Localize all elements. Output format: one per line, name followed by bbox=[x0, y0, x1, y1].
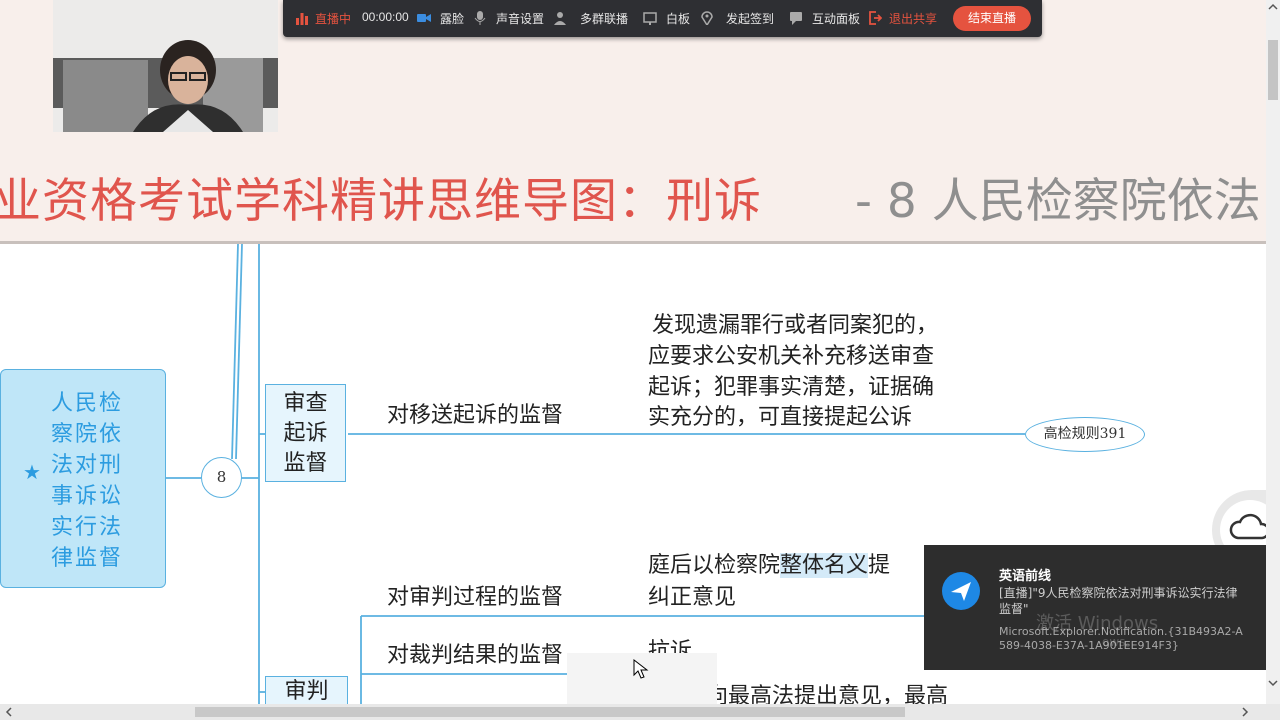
review-prosecution-label: 审查起诉监督 bbox=[283, 391, 328, 476]
check-in-button[interactable]: 发起签到 bbox=[726, 10, 774, 27]
trial-process-detail-part2: 提 bbox=[868, 553, 891, 578]
whiteboard-button[interactable]: 白板 bbox=[666, 10, 690, 27]
trial-node-label: 审判 bbox=[284, 679, 329, 704]
trial-process-detail-part1: 庭后以检察院 bbox=[648, 553, 781, 578]
vertical-scroll-thumb[interactable] bbox=[1268, 40, 1278, 100]
location-pin-icon bbox=[701, 11, 713, 25]
live-status-label: 直播中 bbox=[315, 12, 352, 26]
trial-node[interactable]: 审判 bbox=[265, 676, 348, 706]
presenter-video bbox=[53, 0, 278, 132]
mouse-cursor-icon bbox=[633, 658, 649, 679]
transfer-supervision-label: 对移送起诉的监督 bbox=[387, 403, 564, 428]
end-live-button[interactable]: 结束直播 bbox=[953, 6, 1031, 31]
rule-tag[interactable]: 高检规则391 bbox=[1025, 417, 1145, 452]
transfer-detail-line-3: 起诉；犯罪事实清楚，证据确 bbox=[648, 375, 935, 400]
star-icon: ★ bbox=[23, 460, 41, 484]
show-face-button[interactable]: 露脸 bbox=[440, 10, 464, 27]
transfer-detail-line-1: 发现遗漏罪行或者同案犯的， bbox=[652, 313, 939, 338]
notification-app-name: 英语前线 bbox=[999, 569, 1052, 584]
multi-group-broadcast-button[interactable]: 多群联播 bbox=[580, 10, 628, 27]
trial-process-detail-line-1: 庭后以检察院整体名义提 bbox=[648, 550, 890, 581]
whiteboard-icon bbox=[643, 12, 657, 25]
trial-process-detail-line-2: 纠正意见 bbox=[648, 585, 737, 610]
live-timer: 00:00:00 bbox=[362, 10, 409, 24]
exit-share-icon bbox=[869, 11, 882, 25]
scroll-right-arrow-icon[interactable] bbox=[1238, 704, 1252, 720]
paper-plane-icon bbox=[951, 582, 971, 601]
camera-icon bbox=[417, 14, 431, 22]
interaction-panel-button[interactable]: 互动面板 bbox=[812, 10, 860, 27]
group-icon bbox=[554, 12, 566, 25]
scroll-up-arrow-icon[interactable] bbox=[1266, 0, 1280, 14]
scroll-down-arrow-icon[interactable] bbox=[1266, 676, 1280, 690]
trial-process-detail-highlight: 整体名义 bbox=[780, 553, 869, 578]
live-toolbar: 直播中 00:00:00 露脸 声音设置 多群联播 白板 发起签到 互动面板 退… bbox=[283, 0, 1042, 37]
trial-result-supervision-label: 对裁判结果的监督 bbox=[387, 643, 564, 668]
chapter-number-node[interactable]: 8 bbox=[201, 457, 242, 498]
slide-title-sub: - 8 人民检察院依法 bbox=[855, 174, 1261, 229]
slide-title-main: 业资格考试学科精讲思维导图：刑诉 bbox=[0, 174, 762, 229]
audio-settings-button[interactable]: 声音设置 bbox=[496, 10, 544, 27]
activate-windows-watermark-sub: ows。 bbox=[1102, 635, 1138, 649]
scroll-left-arrow-icon[interactable] bbox=[2, 704, 16, 720]
app-logo-icon bbox=[942, 572, 980, 610]
slide-title: 业资格考试学科精讲思维导图：刑诉 - 8 人民检察院依法 bbox=[0, 150, 1266, 240]
microphone-icon bbox=[474, 11, 486, 25]
review-prosecution-node[interactable]: 审查起诉监督 bbox=[265, 384, 346, 482]
transfer-detail-line-4: 实充分的，可直接提起公诉 bbox=[648, 405, 913, 430]
live-bars-icon bbox=[296, 13, 308, 25]
webcam-preview[interactable] bbox=[53, 0, 278, 132]
chat-panel-icon bbox=[790, 12, 802, 25]
vertical-scrollbar[interactable] bbox=[1266, 0, 1280, 704]
root-node[interactable]: ★ 人民检察院依法对刑事诉讼实行法律监督 bbox=[0, 369, 166, 588]
root-node-label: 人民检察院依法对刑事诉讼实行法律监督 bbox=[51, 391, 124, 571]
horizontal-scroll-thumb[interactable] bbox=[195, 707, 905, 717]
trial-process-supervision-label: 对审判过程的监督 bbox=[387, 585, 564, 610]
activate-windows-watermark: 激活 Windows bbox=[1036, 613, 1159, 634]
transfer-detail-line-2: 应要求公安机关补充移送审查 bbox=[648, 344, 935, 369]
exit-share-button[interactable]: 退出共享 bbox=[889, 10, 937, 27]
windows-notification[interactable]: 英语前线 [直播]"9人民检察院依法对刑事诉讼实行法律监督" Microsoft… bbox=[924, 545, 1266, 670]
